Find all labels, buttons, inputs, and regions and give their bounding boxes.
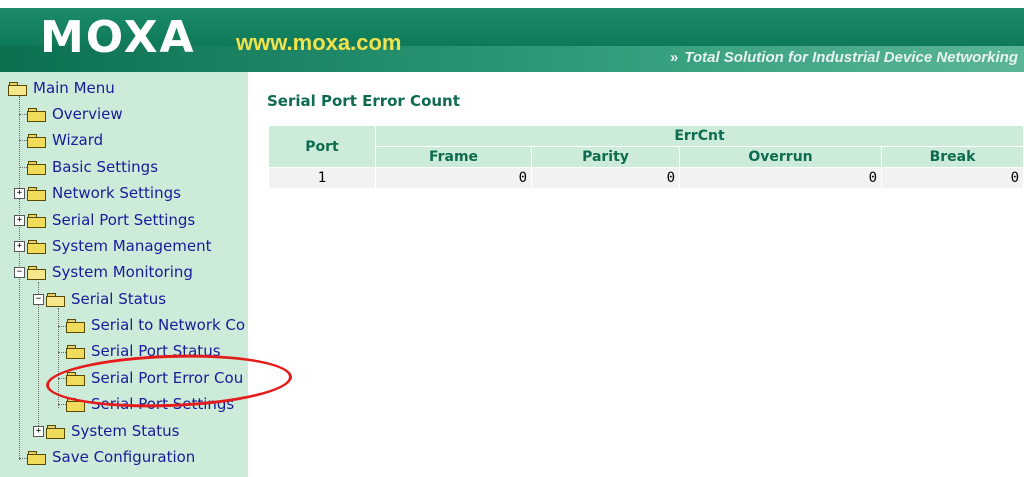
collapse-minus-icon[interactable]: − [14,266,25,278]
expand-plus-icon[interactable]: + [14,240,25,252]
sidebar-item-label: Network Settings [52,184,181,202]
sidebar-item-system-management[interactable]: + System Management [14,234,212,258]
sidebar-item-wizard[interactable]: Wizard [27,128,103,152]
folder-icon [27,107,46,122]
folder-open-icon [8,81,27,96]
header-top-strip [0,0,1024,8]
page-title: Serial Port Error Count [267,92,460,110]
sidebar-item-label: Main Menu [33,79,115,97]
folder-open-icon [46,292,65,307]
folder-open-icon [27,265,46,280]
collapse-minus-icon[interactable]: − [33,293,44,305]
col-header-errcnt: ErrCnt [375,125,1024,147]
sidebar-item-system-status[interactable]: + System Status [33,419,180,443]
folder-icon [27,160,46,175]
sidebar-item-basic-settings[interactable]: Basic Settings [27,155,158,179]
sidebar-item-label: Wizard [52,131,104,149]
cell-port: 1 [268,167,376,189]
expand-plus-icon[interactable]: + [14,214,25,226]
tagline-text: Total Solution for Industrial Device Net… [684,49,1018,66]
expand-plus-icon[interactable]: + [33,425,44,437]
moxa-logo: MOXA [40,12,196,63]
col-header-port: Port [268,125,376,168]
col-header-frame: Frame [375,146,532,168]
sidebar-item-serial-to-network[interactable]: Serial to Network Co [66,313,245,337]
cell-frame: 0 [375,167,532,189]
folder-icon [66,344,85,359]
sidebar-item-overview[interactable]: Overview [27,102,123,126]
folder-icon [27,239,46,254]
table-header-row: Port ErrCnt [268,125,1024,168]
sidebar-item-serial-status[interactable]: − Serial Status [33,287,166,311]
tagline: » Total Solution for Industrial Device Ne… [670,49,1018,67]
moxa-url[interactable]: www.moxa.com [236,31,401,55]
cell-overrun: 0 [679,167,882,189]
sidebar-item-label: System Monitoring [52,263,193,281]
error-count-table: Port ErrCnt Frame Parity Overrun Break 1… [268,125,1024,189]
sidebar-item-label: Serial to Network Co [91,316,246,334]
sidebar-item-label: Serial Port Settings [52,211,196,229]
sidebar-item-main-menu[interactable]: Main Menu [8,76,115,100]
folder-icon [27,133,46,148]
sidebar-item-system-monitoring[interactable]: − System Monitoring [14,260,193,284]
folder-icon [27,186,46,201]
folder-icon [66,318,85,333]
folder-icon [27,450,46,465]
folder-icon [27,213,46,228]
col-header-parity: Parity [531,146,680,168]
table-subheader-row: Frame Parity Overrun Break [269,146,1024,168]
sidebar-item-label: Basic Settings [52,158,159,176]
folder-icon [46,424,65,439]
double-chevron-icon: » [670,49,679,66]
col-header-overrun: Overrun [679,146,882,168]
sidebar-item-label: System Status [71,422,180,440]
sidebar-item-serial-port-settings[interactable]: + Serial Port Settings [14,208,195,232]
sidebar-item-save-configuration[interactable]: Save Configuration [27,445,195,469]
col-header-break: Break [881,146,1024,168]
header-banner: MOXA www.moxa.com » Total Solution for In… [0,0,1024,72]
cell-break: 0 [881,167,1024,189]
sidebar-item-network-settings[interactable]: + Network Settings [14,181,181,205]
cell-parity: 0 [531,167,680,189]
expand-plus-icon[interactable]: + [14,187,25,199]
sidebar-tree: Main Menu Overview Wizard Basic Settings… [0,72,248,477]
sidebar-item-label: System Management [52,237,212,255]
table-row: 1 0 0 0 0 [268,167,1024,189]
sidebar-item-label: Overview [52,105,123,123]
sidebar-item-label: Serial Status [71,290,167,308]
sidebar-item-label: Save Configuration [52,448,196,466]
